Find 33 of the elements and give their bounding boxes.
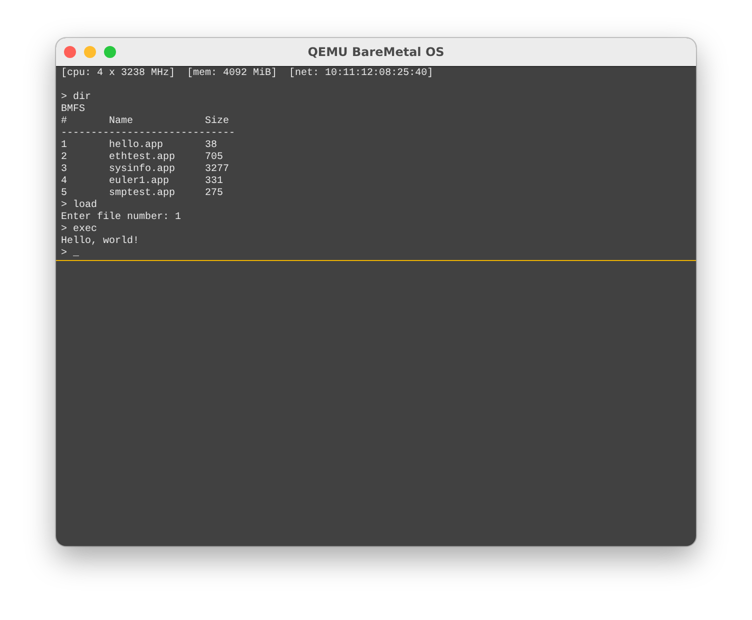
table-cell: 3277 [205, 164, 230, 175]
status-text: [mem: 4092 MiB] [187, 68, 278, 80]
close-button[interactable] [64, 46, 76, 58]
terminal-line: > dir [61, 92, 92, 104]
terminal-line: > _ [61, 248, 80, 260]
terminal-line: BMFS [61, 104, 86, 116]
column-header: # [61, 116, 68, 127]
status-text: [cpu: 4 x 3238 MHz] [61, 68, 176, 80]
table-rule: ----------------------------- [61, 128, 236, 140]
table-cell: 2 [61, 152, 68, 163]
table-cell: 705 [205, 152, 224, 163]
status-text: [net: 10:11:12:08:25:40] [289, 68, 434, 80]
terminal-line: > exec [61, 224, 98, 236]
table-cell: sysinfo.app [109, 164, 176, 175]
table-cell: 5 [61, 188, 68, 199]
table-cell: 275 [205, 188, 224, 199]
column-header: Name [109, 116, 134, 127]
window-title: QEMU BareMetal OS [308, 45, 444, 59]
table-cell: 4 [61, 176, 68, 187]
table-cell: euler1.app [109, 176, 170, 187]
table-cell: 1 [61, 140, 68, 151]
minimize-button[interactable] [84, 46, 96, 58]
zoom-button[interactable] [104, 46, 116, 58]
table-cell: ethtest.app [109, 152, 176, 163]
column-header: Size [205, 116, 230, 127]
terminal-line: Hello, world! [61, 236, 140, 248]
terminal-line: > load [61, 200, 98, 212]
table-cell: hello.app [109, 140, 164, 151]
table-cell: 3 [61, 164, 68, 175]
table-cell: 331 [205, 176, 224, 187]
table-cell: 38 [205, 140, 218, 151]
table-cell: smptest.app [109, 188, 176, 199]
terminal-line: Enter file number: 1 [61, 212, 182, 224]
